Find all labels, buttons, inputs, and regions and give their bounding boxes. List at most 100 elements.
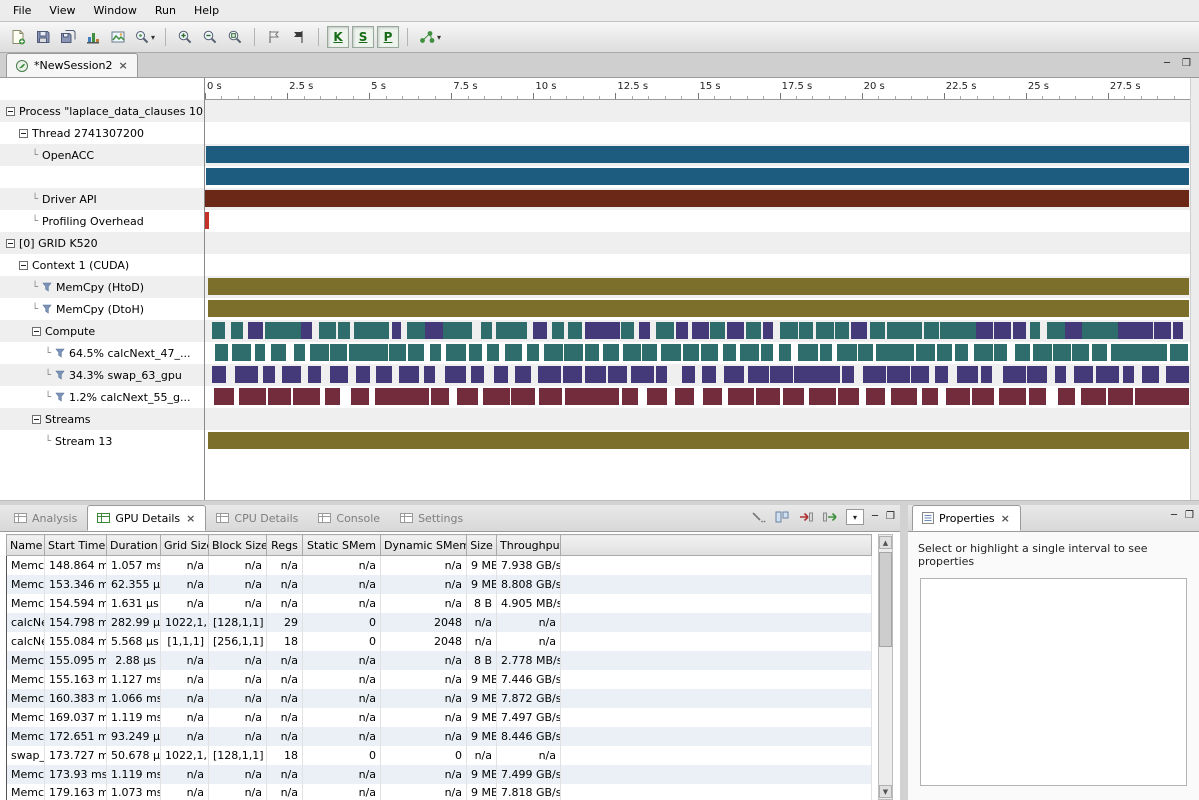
kernel-interval[interactable] [916,344,935,361]
kernel-interval[interactable] [338,322,350,339]
timeline-row-label[interactable]: └Profiling Overhead [0,210,205,232]
tab-analysis[interactable]: Analysis [4,505,87,531]
kernel-interval[interactable] [1162,388,1189,405]
kernel-interval[interactable] [701,344,718,361]
gpu-table-row[interactable]: Memcp160.383 ms1.066 msn/an/an/an/an/a9 … [7,689,872,708]
kernel-interval[interactable] [1142,366,1158,383]
kernel-interval[interactable] [621,322,635,339]
column-header-grid-size[interactable]: Grid Size [161,535,209,556]
filter-icon[interactable] [55,392,65,402]
signature-button[interactable] [751,510,767,524]
kernel-interval[interactable] [1096,366,1119,383]
kernel-interval[interactable] [1003,366,1026,383]
analysis-menu-button[interactable]: ▾ [415,25,444,49]
gpu-table-row[interactable]: swap_6173.727 ms50.678 µs1022,1,1][128,1… [7,746,872,765]
timeline-bar[interactable] [206,146,1189,163]
kernel-interval[interactable] [656,366,667,383]
kernel-interval[interactable] [212,366,226,383]
timeline-bar[interactable] [208,278,1189,295]
kernel-interval[interactable] [214,388,234,405]
kernel-interval[interactable] [1170,344,1188,361]
timeline-lane[interactable] [205,100,1190,122]
timeline-lane[interactable] [205,408,1190,430]
kernel-interval[interactable] [552,322,564,339]
kernel-interval[interactable] [820,344,832,361]
kernel-interval[interactable] [511,388,535,405]
timeline-lane[interactable] [205,276,1190,298]
timeline-row-label[interactable]: Context 1 (CUDA) [0,254,205,276]
kernel-interval[interactable] [780,322,798,339]
kernel-interval[interactable] [763,322,773,339]
timeline-row-label[interactable]: Process "laplace_data_clauses 10... [0,100,205,122]
kernel-interval[interactable] [974,344,993,361]
scroll-down-icon[interactable]: ▼ [879,785,892,798]
collapse-toggle-icon[interactable] [6,239,15,248]
kernel-interval[interactable] [372,322,390,339]
kernel-interval[interactable] [692,322,710,339]
column-header-regs[interactable]: Regs [267,535,303,556]
kernel-interval[interactable] [235,366,258,383]
kernel-interval[interactable] [330,366,347,383]
menu-file[interactable]: File [4,1,40,20]
timeline-lane[interactable] [205,386,1190,408]
kernel-interval[interactable] [533,322,547,339]
kernel-interval[interactable] [1027,366,1047,383]
column-header-duration[interactable]: Duration [107,535,161,556]
kernel-interval[interactable] [325,388,340,405]
column-header-static-smem[interactable]: Static SMem [303,535,381,556]
kernel-interval[interactable] [399,366,420,383]
column-header-block-size[interactable]: Block Size [209,535,267,556]
kernel-interval[interactable] [424,366,435,383]
close-session-tab-icon[interactable]: × [117,59,128,72]
process-mode-toggle[interactable]: P [377,26,399,48]
kernel-interval[interactable] [976,322,993,339]
kernel-interval[interactable] [402,388,429,405]
kernel-interval[interactable] [319,322,337,339]
gpu-table-row[interactable]: Memcp172.651 ms93.249 µsn/an/an/an/an/a9… [7,727,872,746]
kernel-interval[interactable] [471,366,483,383]
kernel-interval[interactable] [728,388,755,405]
kernel-interval[interactable] [263,366,274,383]
kernel-interval[interactable] [642,344,657,361]
kernel-interval[interactable] [1173,322,1183,339]
kernel-interval[interactable] [1053,344,1071,361]
kernel-interval[interactable] [911,366,929,383]
kernel-interval[interactable] [799,322,814,339]
kernel-interval[interactable] [568,322,582,339]
kernel-interval[interactable] [494,366,508,383]
kernel-interval[interactable] [1015,344,1029,361]
time-ruler[interactable]: 0 s2.5 s5 s7.5 s10 s12.5 s15 s17.5 s20 s… [205,78,1190,100]
kernel-interval[interactable] [999,388,1026,405]
kernel-interval[interactable] [1081,388,1106,405]
kernel-interval[interactable] [887,366,910,383]
kernel-interval[interactable] [703,388,722,405]
kernel-interval[interactable] [527,344,538,361]
kernel-interval[interactable] [565,388,592,405]
kernel-interval[interactable] [958,322,976,339]
kernel-interval[interactable] [563,366,582,383]
kernel-interval[interactable] [248,322,264,339]
kernel-interval[interactable] [870,322,885,339]
kernel-interval[interactable] [837,344,856,361]
kernel-interval[interactable] [608,366,627,383]
kernel-interval[interactable] [430,344,441,361]
menu-window[interactable]: Window [85,1,146,20]
kernel-interval[interactable] [301,322,311,339]
kernel-interval[interactable] [239,388,266,405]
kernel-interval[interactable] [779,344,792,361]
kernel-interval[interactable] [746,322,761,339]
timeline-lane[interactable] [205,232,1190,254]
kernel-interval[interactable] [863,366,886,383]
kernel-interval[interactable] [887,322,905,339]
kernel-interval[interactable] [1082,322,1100,339]
kernel-interval[interactable] [215,344,228,361]
kernel-interval[interactable] [308,366,321,383]
kernel-interval[interactable] [1074,366,1093,383]
minimize-properties-icon[interactable]: ─ [1171,509,1177,523]
timeline-lane[interactable] [205,320,1190,342]
kernel-interval[interactable] [1130,344,1149,361]
kernel-interval[interactable] [1072,344,1088,361]
kernel-interval[interactable] [905,322,923,339]
kernel-interval[interactable] [356,366,369,383]
kernel-interval[interactable] [702,366,716,383]
